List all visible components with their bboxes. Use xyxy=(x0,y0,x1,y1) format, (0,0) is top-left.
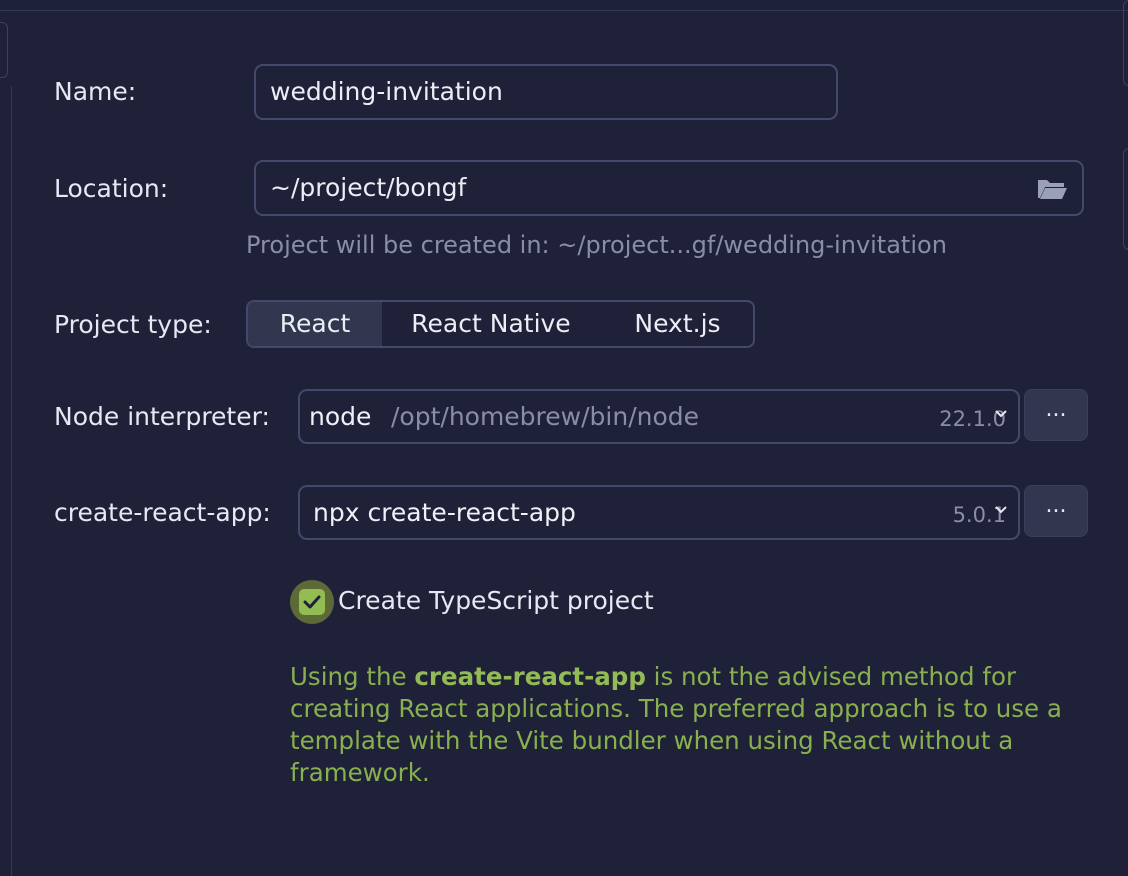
sidebar-edge xyxy=(0,22,8,78)
node-interpreter-select[interactable]: node /opt/homebrew/bin/node 22.1.0 xyxy=(298,389,1020,444)
sidebar-divider xyxy=(11,86,12,876)
location-hint: Project will be created in: ~/project...… xyxy=(246,231,947,259)
folder-open-icon[interactable] xyxy=(1036,176,1068,202)
project-type-selector: React React Native Next.js xyxy=(246,300,755,348)
node-interpreter-label: Node interpreter: xyxy=(54,402,270,431)
location-label: Location: xyxy=(54,174,169,203)
name-input[interactable]: wedding-invitation xyxy=(254,64,838,120)
cra-deprecation-warning: Using the create-react-app is not the ad… xyxy=(290,661,1070,789)
warning-prefix: Using the xyxy=(290,662,415,691)
node-interpreter-path: /opt/homebrew/bin/node xyxy=(391,402,700,431)
checkmark-icon xyxy=(303,595,321,609)
location-value: ~/project/bongf xyxy=(270,173,467,202)
chevron-down-icon xyxy=(995,506,1007,514)
chevron-down-icon xyxy=(995,410,1007,418)
create-react-app-value: npx create-react-app xyxy=(313,498,576,527)
scroll-edge-middle xyxy=(1123,148,1128,250)
new-project-dialog: Name: wedding-invitation Location: ~/pro… xyxy=(0,0,1128,876)
node-interpreter-browse-button[interactable]: ... xyxy=(1024,389,1088,441)
location-input[interactable]: ~/project/bongf xyxy=(254,160,1084,216)
project-type-label: Project type: xyxy=(54,310,212,339)
typescript-checkbox[interactable] xyxy=(290,580,334,624)
warning-emphasis: create-react-app xyxy=(414,662,646,691)
typescript-checkbox-label[interactable]: Create TypeScript project xyxy=(338,586,654,616)
project-type-react[interactable]: React xyxy=(248,302,382,346)
name-label: Name: xyxy=(54,77,137,106)
scroll-edge-top xyxy=(1123,0,1128,86)
create-react-app-select[interactable]: npx create-react-app 5.0.1 xyxy=(298,485,1020,540)
name-value: wedding-invitation xyxy=(270,77,503,106)
project-type-nextjs[interactable]: Next.js xyxy=(600,302,755,346)
create-react-app-label: create-react-app: xyxy=(54,498,271,527)
project-type-react-native[interactable]: React Native xyxy=(382,302,600,346)
top-divider xyxy=(0,10,1128,11)
create-react-app-browse-button[interactable]: ... xyxy=(1024,485,1088,537)
node-interpreter-kind: node xyxy=(309,402,372,431)
